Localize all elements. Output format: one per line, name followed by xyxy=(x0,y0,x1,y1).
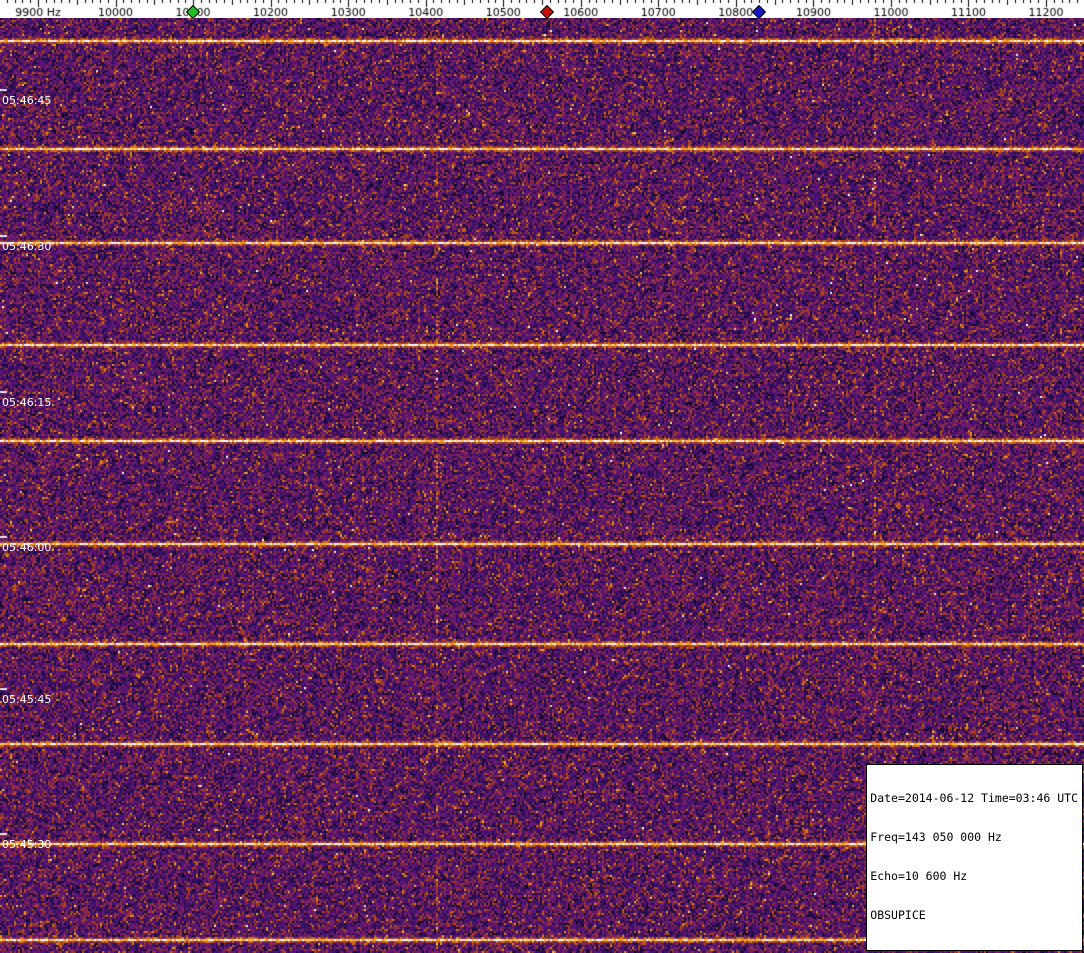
info-station: OBSUPICE xyxy=(870,908,926,922)
spectrogram-window: 05:46:45 05:46:30 05:46:15 05:46:00 05:45:45… xyxy=(0,0,1084,953)
observation-info-box: Date=2014-06-12 Time=03:46 UTC Freq=143 … xyxy=(866,764,1083,951)
info-frequency: Freq=143 050 000 Hz xyxy=(870,830,1002,844)
info-date-time: Date=2014-06-12 Time=03:46 UTC xyxy=(870,791,1078,805)
frequency-ruler[interactable] xyxy=(0,0,1084,18)
info-echo: Echo=10 600 Hz xyxy=(870,869,968,883)
